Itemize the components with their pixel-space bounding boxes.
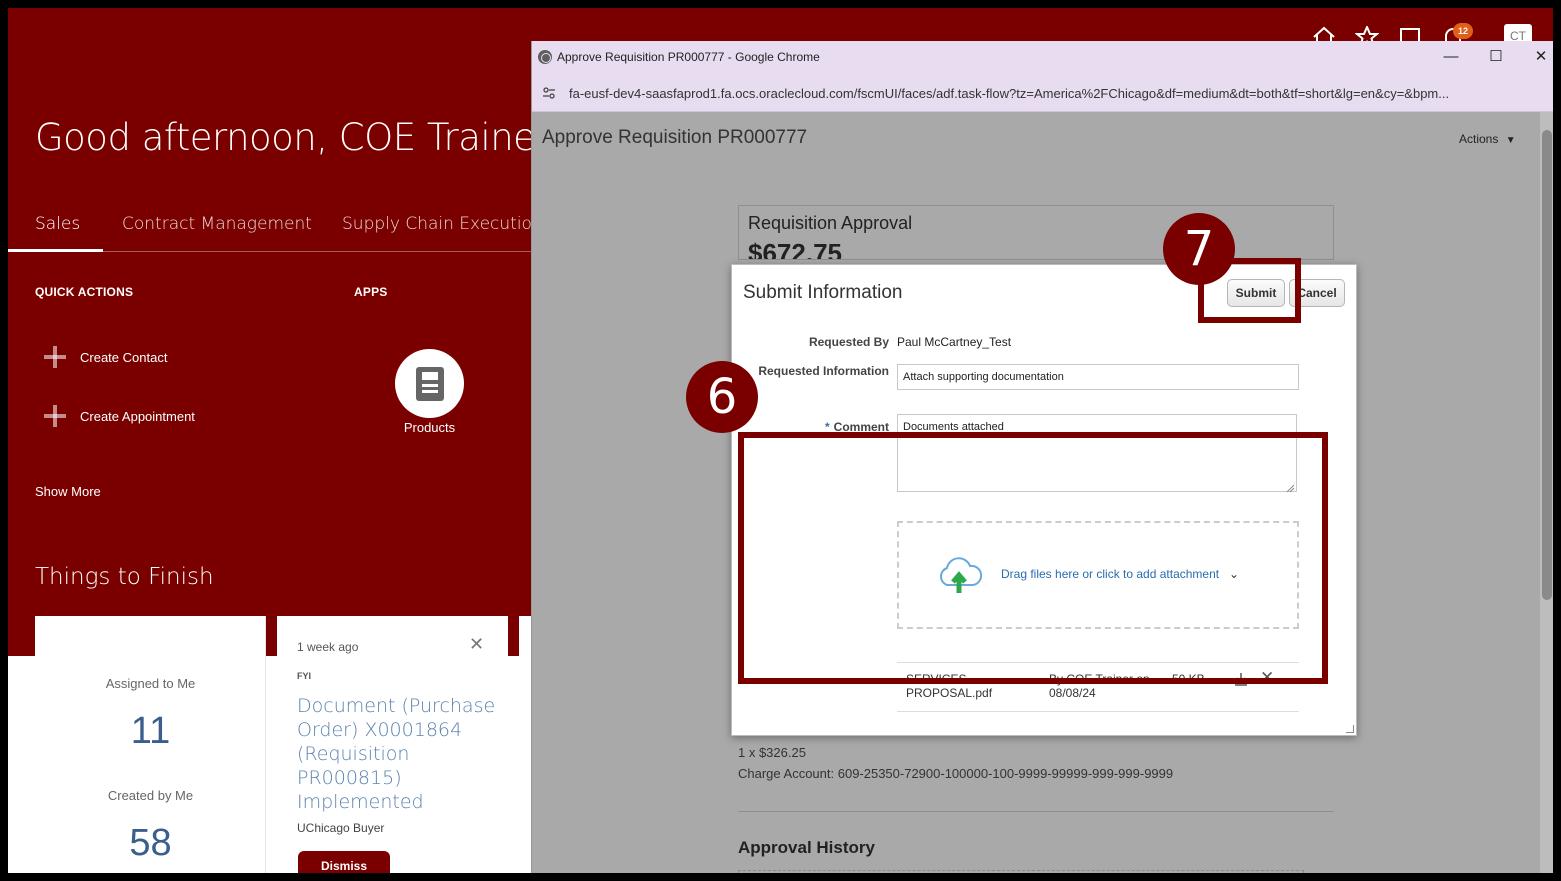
req-approval-title: Requisition Approval [748,213,913,233]
products-app-label: Products [403,420,456,435]
approval-history-heading: Approval History [738,838,875,857]
requested-information-label: Requested Information [758,364,889,378]
create-contact-action[interactable]: Create Contact [44,345,167,369]
step-7-marker: 7 [1163,213,1235,285]
greeting-heading: Good afternoon, COE Trainer [35,116,551,159]
charge-account: Charge Account: 609-25350-72900-100000-1… [738,766,1174,781]
create-appointment-action[interactable]: Create Appointment [44,404,195,428]
popup-content: Approve Requisition PR000777 Actions ▼ R… [532,112,1553,873]
created-label: Created by Me [107,788,194,803]
fyi-time: 1 week ago [297,640,359,654]
step-6-highlight [738,432,1328,684]
plus-icon [44,346,66,368]
globe-icon [538,50,552,64]
address-bar[interactable]: fa-eusf-dev4-saasfaprod1.fa.ocs.oraclecl… [532,74,1553,112]
dialog-resize-grip [1346,725,1354,733]
created-count[interactable]: 58 [35,822,266,865]
requested-information-field: Attach supporting documentation [897,364,1299,390]
assigned-count[interactable]: 11 [35,710,266,753]
maximize-button[interactable]: ☐ [1476,46,1516,68]
window-titlebar: Approve Requisition PR000777 - Google Ch… [532,41,1553,74]
assigned-label: Assigned to Me [105,676,196,691]
plus-icon [44,405,66,427]
fyi-category: FYI [297,671,312,681]
tab-sales[interactable]: Sales [35,214,80,234]
fyi-title-link[interactable]: Document (Purchase Order) X0001864 (Requ… [297,694,497,814]
tab-contract-management[interactable]: Contract Management [122,214,312,234]
close-icon[interactable]: ✕ [469,634,484,655]
page-title: Approve Requisition PR000777 [542,127,808,148]
notification-badge: 12 [1453,23,1473,39]
products-icon [415,366,444,401]
line-quantity: 1 x $326.25 [738,745,806,760]
dialog-title: Submit Information [743,282,903,303]
req-amount: $672.75 [748,238,842,260]
dismiss-button[interactable]: Dismiss [298,851,390,873]
create-contact-label: Create Contact [80,349,168,365]
screen: Good afternoon, COE Trainer 12 CT Sales … [8,8,1553,873]
window-title: Approve Requisition PR000777 - Google Ch… [557,50,820,64]
products-app-tile[interactable] [395,349,464,418]
fyi-author: UChicago Buyer [297,821,385,835]
summary-card[interactable]: Assigned to Me 11 Created by Me 58 [35,616,266,873]
requisition-approval-box: Requisition Approval $672.75 [738,205,1334,260]
things-to-finish-heading: Things to Finish [35,564,214,590]
partial-card [519,616,531,873]
url-text[interactable]: fa-eusf-dev4-saasfaprod1.fa.ocs.oraclecl… [569,86,1539,101]
active-tab-indicator [8,249,103,252]
requested-by-value: Paul McCartney_Test [897,335,1012,349]
show-more-link[interactable]: Show More [35,484,101,499]
home-tabs: Sales Contract Management Supply Chain E… [8,204,543,252]
fyi-card[interactable]: 1 week ago ✕ FYI Document (Purchase Orde… [277,616,508,873]
site-settings-icon[interactable] [542,86,556,100]
minimize-button[interactable]: — [1431,46,1471,68]
quick-actions-heading: QUICK ACTIONS [35,285,134,299]
tab-supply-chain-execution[interactable]: Supply Chain Execution [342,214,543,234]
divider [738,811,1334,812]
create-appointment-label: Create Appointment [80,408,195,424]
chrome-popup-window: Approve Requisition PR000777 - Google Ch… [531,41,1553,873]
requested-by-label: Requested By [808,335,889,349]
scroll-thumb[interactable] [1542,130,1552,600]
close-window-button[interactable]: ✕ [1521,46,1553,68]
apps-heading: APPS [354,285,388,299]
step-6-marker: 6 [686,361,758,433]
actions-menu[interactable]: Actions ▼ [1459,132,1516,146]
caret-down-icon: ▼ [1505,135,1516,146]
approval-history-box [738,870,1304,873]
actions-label: Actions [1459,132,1499,146]
vertical-scrollbar[interactable] [1540,112,1553,873]
